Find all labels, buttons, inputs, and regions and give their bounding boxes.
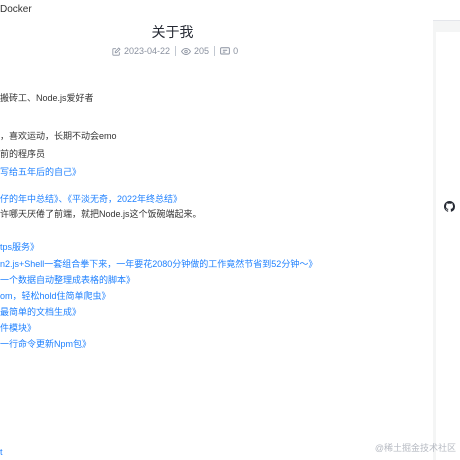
sidebar-panel xyxy=(436,32,460,460)
article-panel: 关于我 2023-04-22 205 0 搬砖工、Node.js爱好者 ，喜欢运… xyxy=(0,20,433,460)
meta-divider xyxy=(214,46,216,56)
article-meta: 2023-04-22 205 0 xyxy=(112,45,238,57)
view-count: 205 xyxy=(181,46,209,56)
paragraph-line: 许哪天厌倦了前端，就把Node.js这个饭碗端起来。 xyxy=(0,209,202,219)
watermark: @稀土掘金技术社区 xyxy=(374,443,456,453)
nav-item-docker[interactable]: Docker xyxy=(0,4,32,15)
article-link[interactable]: 一个数据自动整理成表格的脚本》 xyxy=(0,274,135,286)
top-navbar: Docker xyxy=(0,0,460,21)
article-link[interactable]: 仔的年中总结》、《平淡无奇，2022年终总结》 xyxy=(0,193,182,205)
comment-icon xyxy=(220,46,230,56)
article-link[interactable]: tps服务》 xyxy=(0,241,39,253)
paragraph-line: 搬砖工、Node.js爱好者 xyxy=(0,93,94,103)
paragraph-line: 前的程序员 xyxy=(0,149,46,159)
article-link[interactable]: t xyxy=(0,446,3,458)
eye-icon xyxy=(181,47,191,56)
article-link[interactable]: om，轻松hold住简单爬虫》 xyxy=(0,290,111,302)
article-link[interactable]: 件模块》 xyxy=(0,322,36,334)
article-title: 关于我 xyxy=(151,24,194,40)
comments-text: 0 xyxy=(233,46,239,56)
paragraph-line: ，喜欢运动，长期不动会emo xyxy=(0,131,117,141)
article-link[interactable]: 一行命令更新Npm包》 xyxy=(0,338,91,350)
publish-date: 2023-04-22 xyxy=(112,46,170,56)
article-link[interactable]: 写给五年后的自己》 xyxy=(0,166,81,178)
github-icon[interactable] xyxy=(444,199,455,212)
article-link[interactable]: 最简单的文档生成》 xyxy=(0,306,81,318)
article-link[interactable]: n2.js+Shell一套组合拳下来，一年要花2080分钟做的工作竟然节省到52… xyxy=(0,258,317,270)
views-text: 205 xyxy=(194,46,210,56)
comment-count[interactable]: 0 xyxy=(220,46,238,56)
date-text: 2023-04-22 xyxy=(124,46,171,56)
meta-divider xyxy=(175,46,177,56)
edit-icon xyxy=(112,46,121,56)
